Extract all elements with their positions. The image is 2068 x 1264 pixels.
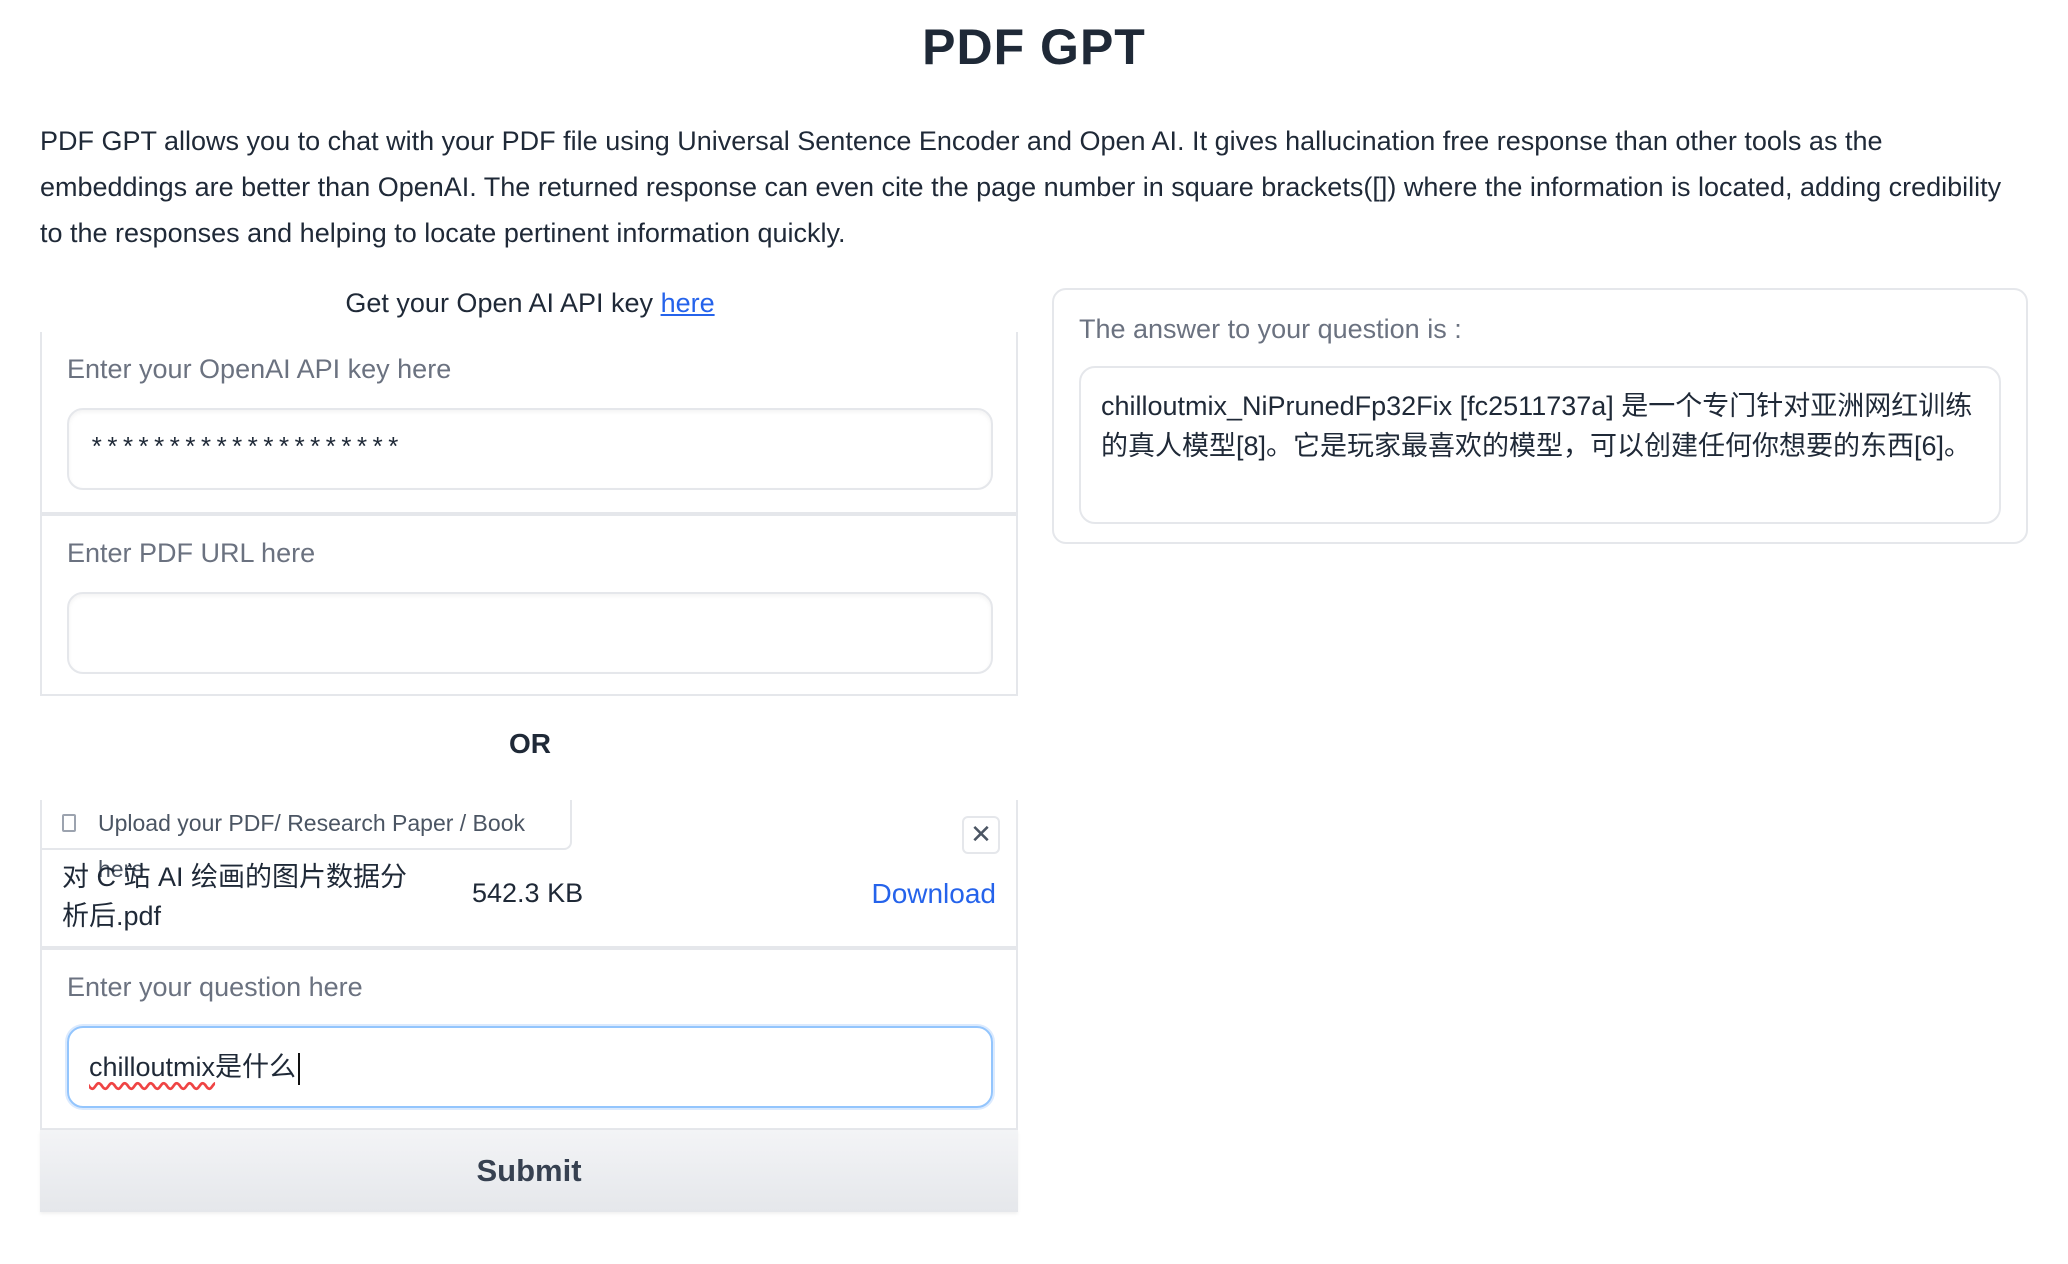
- pdf-url-block: Enter PDF URL here: [40, 514, 1018, 696]
- pdf-url-label: Enter PDF URL here: [67, 538, 316, 568]
- answer-label: The answer to your question is :: [1079, 314, 1462, 344]
- api-key-prompt: Get your Open AI API key here: [40, 288, 1020, 319]
- question-text-cjk: 是什么: [215, 1052, 297, 1082]
- api-key-label: Enter your OpenAI API key here: [67, 354, 452, 384]
- app-description: PDF GPT allows you to chat with your PDF…: [40, 126, 2002, 248]
- api-key-link[interactable]: here: [661, 288, 715, 318]
- file-icon: [62, 814, 76, 832]
- question-block: Enter your question here chilloutmix是什么: [40, 948, 1018, 1130]
- or-divider: OR: [509, 728, 551, 759]
- pdf-url-input[interactable]: [67, 592, 993, 674]
- api-key-prompt-text: Get your Open AI API key: [345, 288, 661, 318]
- question-text-latin: chilloutmix: [89, 1052, 216, 1082]
- close-icon[interactable]: ✕: [962, 816, 1000, 854]
- question-input[interactable]: chilloutmix是什么: [67, 1026, 993, 1108]
- download-link[interactable]: Download: [871, 878, 996, 910]
- submit-button[interactable]: Submit: [40, 1130, 1018, 1212]
- answer-panel: The answer to your question is : chillou…: [1052, 288, 2028, 544]
- page-title: PDF GPT: [922, 19, 1146, 75]
- answer-output[interactable]: chilloutmix_NiPrunedFp32Fix [fc2511737a]…: [1079, 366, 2001, 524]
- uploaded-file-size: 542.3 KB: [472, 878, 584, 908]
- api-key-block: Enter your OpenAI API key here *********…: [40, 332, 1018, 514]
- text-caret: [298, 1052, 301, 1085]
- upload-tab: Upload your PDF/ Research Paper / Book h…: [42, 800, 572, 882]
- api-key-input[interactable]: ********************: [67, 408, 993, 490]
- question-label: Enter your question here: [67, 972, 363, 1002]
- uploaded-file-name: 对 C 站 AI 绘画的图片数据分析后.pdf: [62, 862, 408, 931]
- pdf-upload[interactable]: Upload your PDF/ Research Paper / Book h…: [40, 800, 1018, 948]
